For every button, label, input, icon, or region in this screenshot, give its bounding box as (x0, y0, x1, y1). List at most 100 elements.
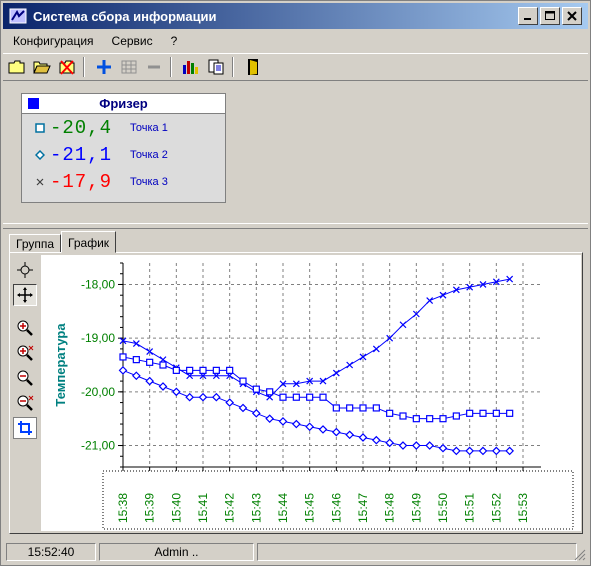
sensor-panel[interactable]: Фризер -20,4 Точка 1 -21,1 Точка 2 -17,9… (21, 93, 226, 203)
series-line (122, 369, 510, 452)
minimize-button[interactable] (518, 7, 538, 25)
sensor-row-point-3[interactable]: -17,9 Точка 3 (22, 168, 225, 195)
new-folder-button[interactable] (6, 56, 28, 78)
point-2-value: -21,1 (50, 143, 113, 166)
report-icon (208, 59, 224, 75)
delete-folder-button[interactable] (56, 56, 78, 78)
data-point-diamond (411, 441, 421, 450)
remove-icon (148, 65, 160, 69)
data-point-diamond (278, 417, 288, 426)
data-point-square (159, 361, 167, 369)
data-point-square (386, 409, 394, 417)
select-icon (17, 262, 33, 278)
menu-configuration[interactable]: Конфигурация (3, 34, 102, 48)
point-1-value: -20,4 (50, 116, 113, 139)
table-icon (121, 60, 137, 74)
select-button[interactable] (13, 259, 37, 281)
data-point-square (212, 366, 220, 374)
status-time: 15:52:40 (6, 543, 96, 561)
tab-chart[interactable]: График (61, 231, 117, 253)
bar-chart-button[interactable] (180, 56, 202, 78)
new-folder-icon (8, 60, 25, 74)
point-1-name: Точка 1 (130, 121, 168, 134)
group-color-icon (28, 98, 39, 109)
data-point-diamond (118, 366, 128, 375)
title-bar[interactable]: Система сбора информации (3, 3, 588, 29)
status-bar: 15:52:40 Admin .. (3, 541, 588, 563)
data-point-square (146, 358, 154, 366)
status-empty (257, 543, 577, 561)
pan-button[interactable] (13, 284, 37, 306)
remove-button[interactable] (143, 56, 165, 78)
fit-icon (18, 421, 32, 435)
data-point-diamond (398, 441, 408, 450)
temperature-chart[interactable]: -18,00 -19,00 -20,00 -21,00 Температура 15:38… (41, 255, 581, 531)
x-tick-label: 15:42 (223, 493, 237, 523)
data-point-cross (332, 369, 340, 377)
menu-help[interactable]: ? (161, 34, 186, 48)
status-user: Admin .. (99, 543, 254, 561)
zoom-out-x-button[interactable] (13, 392, 37, 414)
chart-toolbar (13, 259, 39, 439)
y-axis-title: Температура (53, 323, 68, 407)
diamond-marker-icon (30, 149, 50, 160)
maximize-icon (545, 11, 555, 20)
exit-button[interactable] (242, 56, 264, 78)
menu-service[interactable]: Сервис (102, 34, 161, 48)
y-tick-label: -18,00 (81, 277, 115, 291)
data-point-diamond (345, 430, 355, 440)
x-tick-label: 15:50 (436, 493, 450, 523)
y-tick-label: -20,00 (81, 385, 115, 399)
add-button[interactable] (93, 56, 115, 78)
x-tick-label: 15:45 (303, 493, 317, 523)
pane-splitter[interactable] (3, 223, 588, 229)
data-point-diamond (265, 414, 275, 424)
data-point-square (226, 366, 234, 374)
chart-area[interactable]: -18,00 -19,00 -20,00 -21,00 Температура 15:38… (41, 255, 581, 531)
data-point-diamond (145, 376, 155, 386)
toolbar (3, 53, 588, 81)
zoom-out-x-icon (17, 395, 34, 411)
data-point-diamond (238, 403, 248, 413)
maximize-button[interactable] (540, 7, 560, 25)
x-tick-label: 15:47 (356, 493, 370, 523)
fit-button[interactable] (13, 417, 37, 439)
data-point-diamond (358, 433, 368, 442)
data-point-diamond (491, 446, 501, 456)
y-tick-label: -21,00 (81, 439, 115, 453)
report-button[interactable] (205, 56, 227, 78)
zoom-in-button[interactable] (13, 317, 37, 339)
open-folder-button[interactable] (31, 56, 53, 78)
close-icon (567, 11, 577, 21)
data-point-square (132, 356, 140, 364)
data-point-diamond (171, 387, 181, 397)
data-point-diamond (225, 398, 235, 407)
sensor-row-point-2[interactable]: -21,1 Точка 2 (22, 141, 225, 168)
data-point-diamond (331, 427, 341, 437)
tab-strip: Группа График (9, 231, 117, 253)
data-point-square (252, 385, 260, 393)
sensor-row-point-1[interactable]: -20,4 Точка 1 (22, 114, 225, 141)
data-point-square (332, 404, 340, 412)
zoom-in-icon (17, 320, 33, 336)
data-point-cross (372, 345, 380, 353)
x-tick-label: 15:48 (383, 493, 397, 523)
x-tick-label: 15:43 (249, 493, 263, 523)
resize-grip-icon[interactable] (574, 549, 586, 561)
close-button[interactable] (562, 7, 582, 25)
tab-group[interactable]: Группа (9, 234, 62, 253)
zoom-out-button[interactable] (13, 367, 37, 389)
data-point-square (439, 415, 447, 423)
table-button[interactable] (118, 56, 140, 78)
x-tick-label: 15:46 (329, 493, 343, 523)
sensor-group-title: Фризер (99, 96, 148, 111)
data-point-diamond (451, 446, 461, 456)
data-point-square (426, 415, 434, 423)
zoom-in-x-button[interactable] (13, 342, 37, 364)
x-tick-label: 15:40 (169, 493, 183, 523)
app-icon (9, 8, 27, 24)
data-point-square (466, 409, 474, 417)
data-point-diamond (371, 435, 381, 445)
data-point-square (479, 409, 487, 417)
data-point-square (372, 404, 380, 412)
